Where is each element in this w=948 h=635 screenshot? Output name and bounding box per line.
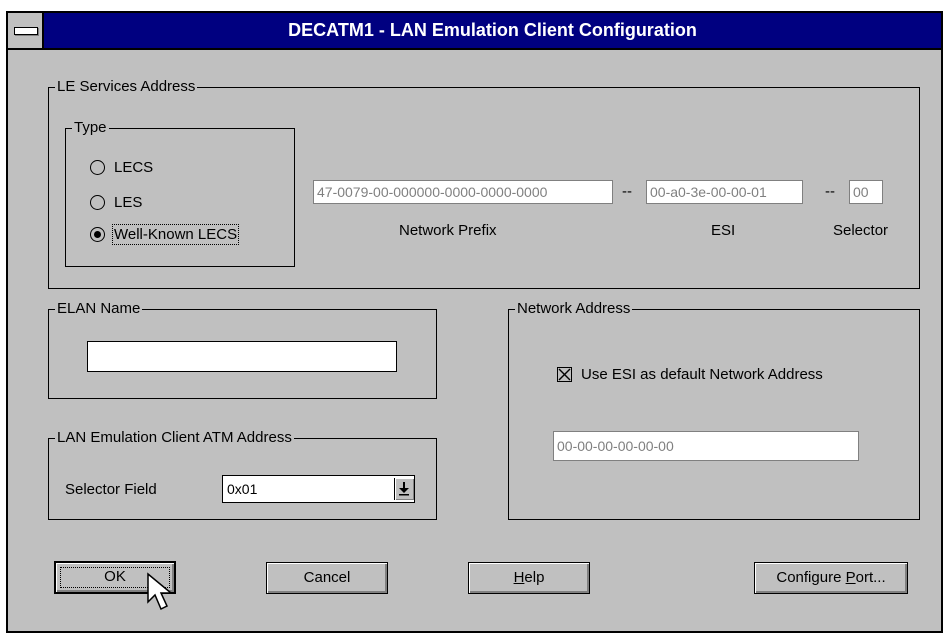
separator-1: -- bbox=[622, 183, 632, 200]
radio-well-known-lecs[interactable]: Well-Known LECS bbox=[90, 224, 240, 245]
selector-field-value: 0x01 bbox=[227, 481, 258, 497]
checkmark-x-icon bbox=[558, 368, 571, 381]
radio-well-known-lecs-circle bbox=[90, 227, 105, 242]
system-menu-button[interactable] bbox=[8, 13, 44, 48]
configure-port-button[interactable]: Configure Port... bbox=[754, 562, 908, 594]
system-menu-icon bbox=[14, 27, 38, 35]
configure-port-mnemonic: P bbox=[845, 569, 856, 586]
elan-name-group: ELAN Name bbox=[48, 300, 437, 399]
network-prefix-input[interactable]: 47-0079-00-000000-0000-0000-0000 bbox=[313, 180, 613, 204]
radio-lecs[interactable]: LECS bbox=[90, 159, 153, 176]
network-address-group: Network Address Use ESI as default Netwo… bbox=[508, 300, 920, 520]
radio-les-circle bbox=[90, 195, 105, 210]
configure-port-prefix: Configure bbox=[776, 569, 846, 586]
window-title: DECATM1 - LAN Emulation Client Configura… bbox=[288, 20, 697, 40]
cancel-button[interactable]: Cancel bbox=[266, 562, 388, 594]
chevron-down-icon bbox=[399, 482, 409, 496]
esi-input[interactable]: 00-a0-3e-00-00-01 bbox=[646, 180, 803, 204]
radio-les-label: LES bbox=[114, 194, 143, 211]
radio-well-known-lecs-label: Well-Known LECS bbox=[111, 224, 240, 245]
selector-input[interactable]: 00 bbox=[849, 180, 883, 204]
elan-name-input[interactable] bbox=[87, 341, 397, 372]
separator-2: -- bbox=[825, 183, 835, 200]
lec-atm-address-label: LAN Emulation Client ATM Address bbox=[55, 429, 294, 447]
selector-field-dropdown[interactable]: 0x01 bbox=[222, 475, 415, 503]
dialog-window: DECATM1 - LAN Emulation Client Configura… bbox=[6, 11, 943, 633]
type-group: Type LECS LES Well-Known LECS bbox=[65, 119, 295, 267]
lec-atm-address-group: LAN Emulation Client ATM Address Selecto… bbox=[48, 429, 437, 520]
title-bar: DECATM1 - LAN Emulation Client Configura… bbox=[8, 13, 941, 50]
selector-label: Selector bbox=[833, 222, 889, 239]
le-services-address-group: LE Services Address Type LECS LES Well-K… bbox=[48, 78, 920, 289]
help-button-label: elp bbox=[524, 569, 545, 586]
network-prefix-label: Network Prefix bbox=[399, 222, 497, 239]
esi-label: ESI bbox=[711, 222, 736, 239]
network-address-label: Network Address bbox=[515, 300, 633, 318]
use-esi-checkbox[interactable]: Use ESI as default Network Address bbox=[557, 366, 823, 383]
type-group-label: Type bbox=[72, 119, 109, 137]
radio-lecs-label: LECS bbox=[114, 159, 154, 176]
dropdown-arrow-button[interactable] bbox=[394, 478, 414, 500]
elan-name-label: ELAN Name bbox=[55, 300, 143, 318]
help-mnemonic: H bbox=[513, 569, 525, 586]
selector-field-label: Selector Field bbox=[65, 481, 157, 498]
mouse-pointer-icon bbox=[147, 572, 174, 611]
le-services-address-label: LE Services Address bbox=[55, 78, 198, 96]
use-esi-checkbox-label: Use ESI as default Network Address bbox=[581, 366, 823, 383]
radio-les[interactable]: LES bbox=[90, 194, 142, 211]
radio-lecs-circle bbox=[90, 160, 105, 175]
configure-port-suffix: ort... bbox=[855, 569, 886, 586]
network-address-input[interactable]: 00-00-00-00-00-00 bbox=[553, 431, 859, 461]
help-button[interactable]: Help bbox=[468, 562, 590, 594]
use-esi-checkbox-box bbox=[557, 367, 572, 382]
